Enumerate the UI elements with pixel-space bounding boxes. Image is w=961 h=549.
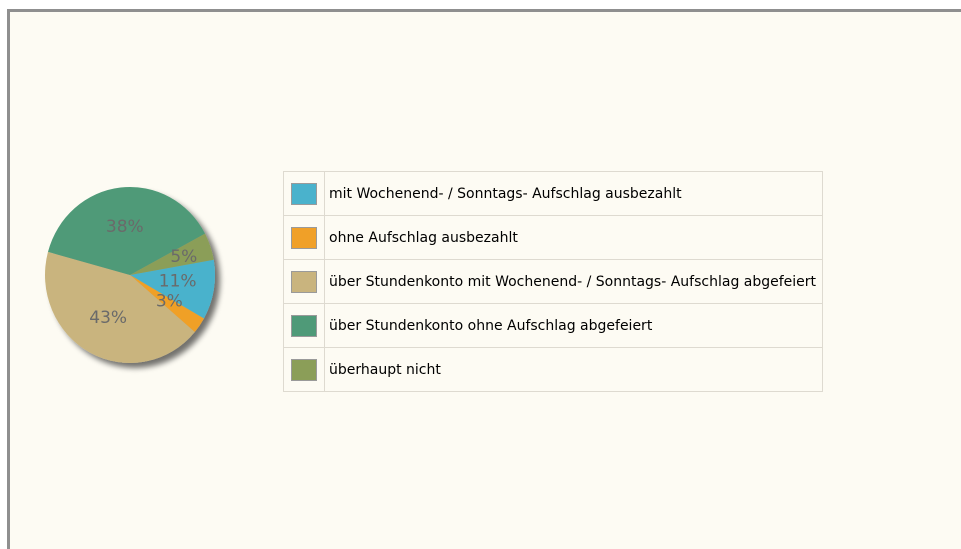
pie-slice-label: 3% [156, 292, 183, 312]
pie-slice-label: 5% [170, 247, 197, 267]
pie-slice-label: 43% [89, 308, 127, 328]
pie-chart: 11% 3% 43% 38% 5% [40, 180, 230, 380]
legend-item: überhaupt nicht [283, 347, 824, 392]
legend-label: über Stundenkonto mit Wochenend- / Sonnt… [323, 259, 824, 304]
legend-item: über Stundenkonto ohne Aufschlag abgefei… [283, 303, 824, 348]
legend-item: über Stundenkonto mit Wochenend- / Sonnt… [283, 259, 824, 304]
pie-chart-svg: 11%3% 43% 38% 5% [45, 186, 215, 363]
legend-label: über Stundenkonto ohne Aufschlag abgefei… [323, 303, 824, 348]
legend-item: ohne Aufschlag ausbezahlt [283, 215, 824, 260]
pie-slice-label: 38% [106, 217, 144, 237]
legend-item: mit Wochenend- / Sonntags- Aufschlag aus… [283, 171, 824, 216]
legend-swatch [291, 358, 317, 381]
legend-swatch [291, 270, 317, 293]
legend-label: ohne Aufschlag ausbezahlt [323, 215, 824, 260]
chart-legend: mit Wochenend- / Sonntags- Aufschlag aus… [283, 171, 824, 392]
legend-swatch [291, 226, 317, 249]
legend-swatch [291, 182, 317, 205]
legend-label: überhaupt nicht [323, 347, 824, 392]
legend-label: mit Wochenend- / Sonntags- Aufschlag aus… [323, 171, 824, 216]
legend-swatch [291, 314, 317, 337]
pie-slice-label: 11% [159, 272, 197, 292]
